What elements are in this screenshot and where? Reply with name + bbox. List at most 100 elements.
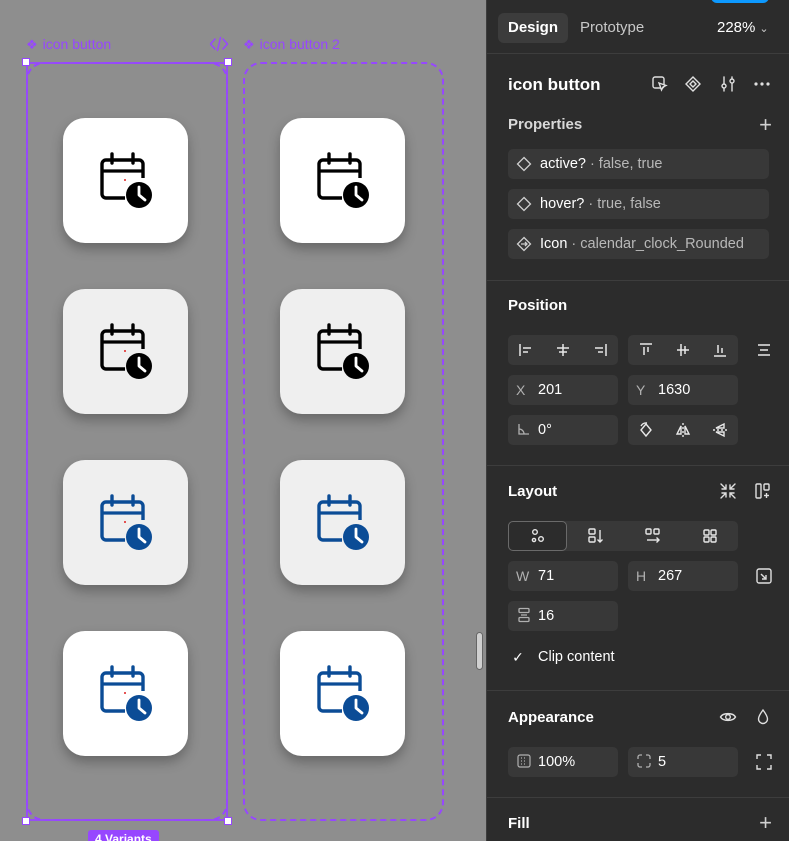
select-instances-icon[interactable]	[649, 73, 671, 95]
layout-section: Layout W 71 H 267 16 ✓ Clip content	[487, 467, 789, 691]
resize-handle-tr[interactable]	[224, 58, 232, 66]
icon-button-variant[interactable]	[280, 460, 405, 585]
variant-property-icon	[516, 156, 532, 172]
gap-value: 16	[538, 608, 555, 624]
resize-handle-bl[interactable]	[22, 817, 30, 825]
more-options-icon[interactable]	[751, 73, 773, 95]
resize-handle-br[interactable]	[224, 817, 232, 825]
position-section: Position X 201 Y 1630 0°	[487, 282, 789, 466]
rotation-angle-icon	[516, 421, 538, 440]
drop-blend-icon[interactable]	[752, 706, 774, 728]
calendar-clock-icon	[316, 322, 369, 379]
y-label: Y	[636, 382, 646, 398]
rotation-field[interactable]: 0°	[508, 415, 618, 445]
instance-swap-icon	[516, 236, 532, 252]
property-icon[interactable]: Icon · calendar_clock_Rounded	[508, 229, 769, 259]
vertical-align-group	[628, 335, 738, 365]
property-hover[interactable]: hover? · true, false	[508, 189, 769, 219]
canvas-scrollbar[interactable]	[476, 632, 483, 670]
checkmark-icon: ✓	[512, 648, 524, 665]
layer-origin-dot	[124, 692, 126, 694]
align-vertical-center-icon[interactable]	[665, 335, 702, 365]
eye-icon[interactable]	[717, 706, 739, 728]
vertical-layout-icon[interactable]	[567, 521, 624, 551]
width-field[interactable]: W 71	[508, 561, 618, 591]
zoom-dropdown[interactable]: 228% ⌄	[717, 19, 769, 36]
appearance-section: Appearance 100% 5	[487, 692, 789, 798]
flip-horizontal-icon[interactable]	[665, 415, 702, 445]
frame-label-text: icon button	[42, 36, 112, 52]
adjust-sliders-icon[interactable]	[717, 73, 739, 95]
properties-panel: Design Prototype 228% ⌄ icon button Prope…	[486, 0, 789, 841]
x-position-field[interactable]: X 201	[508, 375, 618, 405]
icon-button-variant[interactable]	[280, 631, 405, 756]
icon-button-variant[interactable]	[63, 118, 188, 243]
freeform-layout-icon[interactable]	[508, 521, 567, 551]
tab-design[interactable]: Design	[498, 13, 569, 43]
gap-field[interactable]: 16	[508, 601, 618, 631]
calendar-clock-icon	[316, 151, 369, 208]
layout-title: Layout	[508, 483, 558, 500]
calendar-clock-icon	[316, 664, 369, 721]
y-position-field[interactable]: Y 1630	[628, 375, 738, 405]
gap-icon	[516, 607, 538, 626]
corner-radius-value: 5	[658, 754, 667, 770]
property-values: · calendar_clock_Rounded	[571, 236, 744, 252]
frame-label-icon-button-2[interactable]: ❖ icon button 2	[243, 36, 340, 52]
x-value: 201	[538, 382, 563, 398]
align-right-icon[interactable]	[581, 335, 618, 365]
rotate-90-icon[interactable]	[628, 415, 665, 445]
component-section: icon button Properties + active? · false…	[487, 55, 789, 281]
property-name: hover?	[540, 196, 585, 212]
corner-radius-icon	[636, 753, 658, 772]
icon-button-variant[interactable]	[63, 289, 188, 414]
flip-vertical-icon[interactable]	[701, 415, 738, 445]
clip-content-label: Clip content	[538, 649, 615, 665]
property-active[interactable]: active? · false, true	[508, 149, 769, 179]
add-fill-icon[interactable]: +	[759, 812, 772, 834]
component-set-icon: ❖	[26, 36, 38, 52]
independent-corners-icon[interactable]	[753, 751, 775, 773]
panel-tabs-bar: Design Prototype 228% ⌄	[487, 0, 789, 54]
add-property-icon[interactable]: +	[759, 114, 772, 136]
position-title: Position	[508, 297, 568, 314]
distribute-icon[interactable]	[753, 339, 775, 361]
align-horizontal-center-icon[interactable]	[545, 335, 582, 365]
properties-title: Properties	[508, 116, 583, 133]
opacity-icon	[516, 753, 538, 772]
resize-handle-tl[interactable]	[22, 58, 30, 66]
align-bottom-icon[interactable]	[701, 335, 738, 365]
corner-radius-field[interactable]: 5	[628, 747, 738, 777]
horizontal-layout-icon[interactable]	[624, 521, 681, 551]
share-button-edge[interactable]	[711, 0, 769, 3]
opacity-value: 100%	[538, 754, 576, 770]
resize-to-fit-icon[interactable]	[753, 565, 775, 587]
icon-button-variant[interactable]	[280, 118, 405, 243]
fill-title: Fill	[508, 815, 530, 832]
icon-button-variant[interactable]	[63, 460, 188, 585]
chevron-down-icon: ⌄	[759, 23, 769, 35]
appearance-title: Appearance	[508, 709, 594, 726]
code-icon[interactable]	[209, 35, 229, 53]
icon-button-variant[interactable]	[280, 289, 405, 414]
frame-label-icon-button[interactable]: ❖ icon button	[26, 36, 111, 52]
variant-property-icon	[516, 196, 532, 212]
property-name: Icon	[540, 236, 568, 252]
component-diamond-icon[interactable]	[682, 73, 704, 95]
align-top-icon[interactable]	[628, 335, 665, 365]
design-canvas[interactable]: ❖ icon button ❖ icon button 2 4 Variants	[0, 0, 486, 841]
height-field[interactable]: H 267	[628, 561, 738, 591]
rotation-value: 0°	[538, 422, 552, 438]
tab-prototype[interactable]: Prototype	[570, 13, 654, 43]
clip-content-checkbox[interactable]: ✓ Clip content	[508, 647, 615, 667]
variants-count-chip: 4 Variants	[88, 830, 159, 841]
component-name: icon button	[508, 75, 601, 94]
align-left-icon[interactable]	[508, 335, 545, 365]
frame-label-text: icon button 2	[259, 36, 340, 52]
grid-layout-icon[interactable]	[681, 521, 738, 551]
opacity-field[interactable]: 100%	[508, 747, 618, 777]
calendar-clock-icon	[316, 493, 369, 550]
collapse-layout-icon[interactable]	[717, 480, 739, 502]
icon-button-variant[interactable]	[63, 631, 188, 756]
add-auto-layout-icon[interactable]	[752, 480, 774, 502]
